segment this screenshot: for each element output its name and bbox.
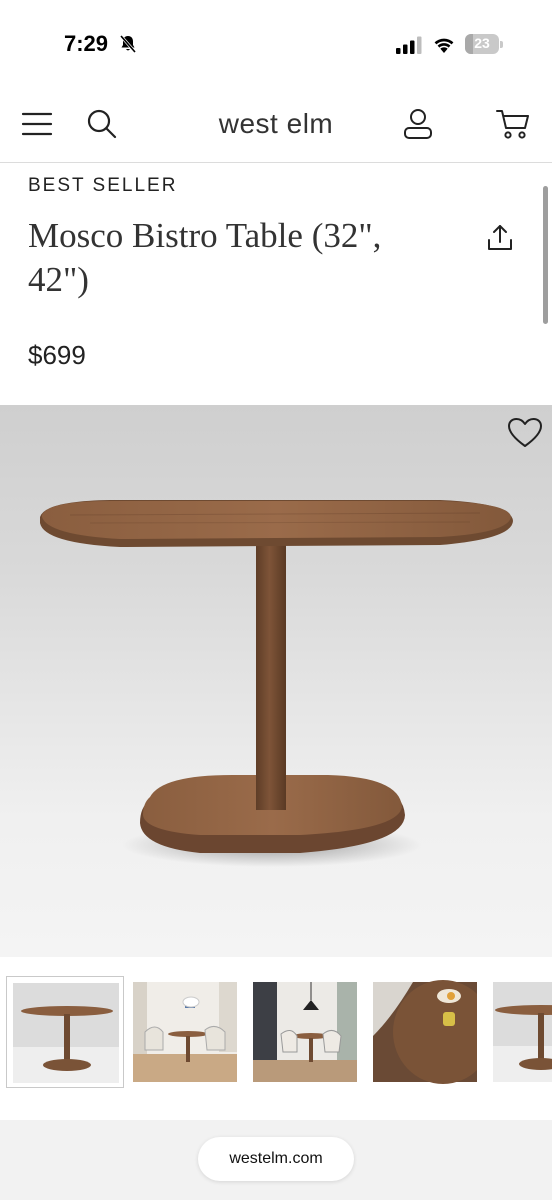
search-button[interactable]	[82, 104, 122, 144]
thumbnail-4[interactable]	[373, 976, 491, 1088]
battery-cap	[500, 41, 503, 48]
thumbnail-3[interactable]	[253, 976, 371, 1088]
scrollbar[interactable]	[543, 186, 548, 324]
bell-slash-icon	[119, 35, 137, 53]
account-icon	[404, 109, 432, 139]
share-button[interactable]	[482, 220, 518, 256]
thumbnail-2[interactable]	[133, 976, 251, 1088]
status-bar: 7:29 23	[0, 0, 552, 90]
table-photo	[40, 500, 513, 867]
cart-icon	[496, 110, 529, 139]
best-seller-badge: BEST SELLER	[28, 175, 178, 196]
favorite-button[interactable]	[505, 415, 545, 451]
search-icon	[87, 109, 117, 139]
battery-icon: 23	[465, 34, 503, 54]
thumbnail-tabletop-photo	[373, 980, 477, 1084]
thumbnail-1[interactable]	[6, 976, 124, 1088]
browser-bottom-bar: westelm.com	[0, 1120, 552, 1200]
hamburger-menu-icon	[21, 112, 53, 136]
thumbnail-table-photo	[13, 983, 119, 1083]
battery-level-text: 23	[474, 35, 490, 51]
thumbnail-kitchen-photo	[253, 982, 357, 1082]
thumbnail-strip	[0, 968, 552, 1094]
cart-button[interactable]	[493, 104, 533, 144]
thumbnail-table-photo-2	[493, 982, 552, 1082]
share-icon	[488, 225, 512, 250]
account-button[interactable]	[398, 104, 438, 144]
thumbnail-5[interactable]	[493, 976, 552, 1088]
site-header: west elm	[0, 90, 552, 163]
brand-logo[interactable]: west elm	[176, 108, 376, 140]
status-time: 7:29	[64, 31, 109, 56]
product-title: Mosco Bistro Table (32", 42")	[28, 216, 382, 299]
product-price: $699	[28, 340, 86, 370]
product-hero-image[interactable]	[0, 405, 552, 957]
wifi-icon	[434, 38, 454, 53]
signal-icon	[396, 36, 422, 54]
thumbnail-dining-room-photo	[133, 982, 237, 1082]
menu-button[interactable]	[17, 104, 57, 144]
url-bar[interactable]: westelm.com	[198, 1137, 354, 1181]
heart-icon	[508, 418, 542, 447]
battery-body: 23	[465, 34, 499, 54]
